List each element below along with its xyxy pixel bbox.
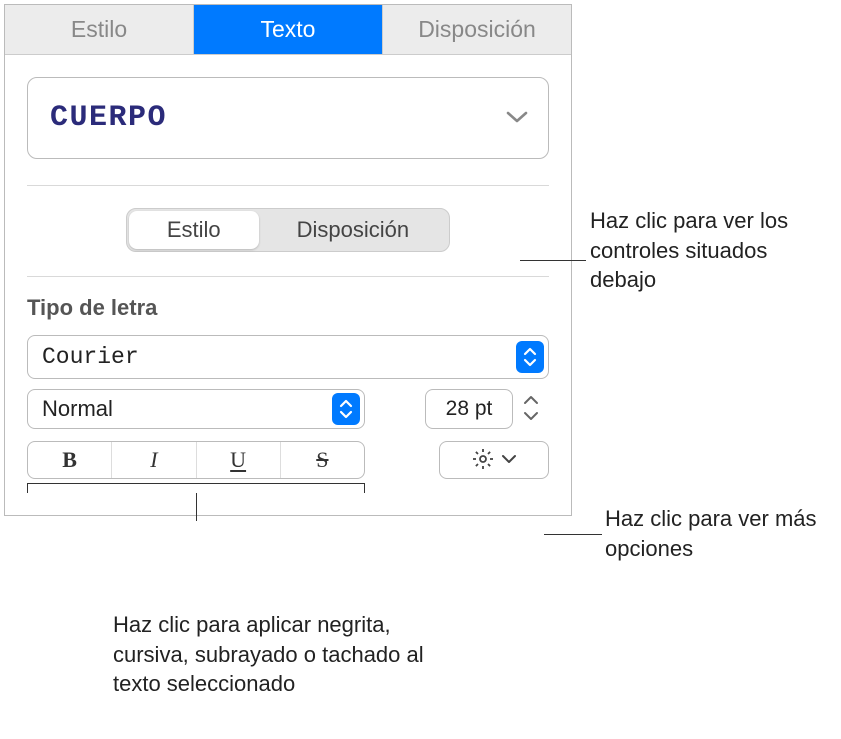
font-name-select[interactable]: Courier — [27, 335, 549, 379]
font-name-label: Courier — [42, 344, 139, 370]
subtab-layout-label: Disposición — [297, 217, 410, 243]
tab-layout-label: Disposición — [418, 16, 536, 43]
tab-text[interactable]: Texto — [194, 5, 383, 54]
underline-button[interactable]: U — [197, 442, 281, 478]
callout-bius: Haz clic para aplicar negrita, cursiva, … — [113, 610, 443, 699]
tab-style[interactable]: Estilo — [5, 5, 194, 54]
bold-button[interactable]: B — [28, 442, 112, 478]
top-tabs: Estilo Texto Disposición — [5, 5, 571, 55]
italic-button[interactable]: I — [112, 442, 196, 478]
paragraph-style-dropdown[interactable]: CUERPO — [27, 77, 549, 159]
font-weight-label: Normal — [42, 396, 113, 422]
stepper-down-icon[interactable] — [522, 409, 540, 425]
font-size-value[interactable]: 28 pt — [425, 389, 513, 429]
gear-icon — [471, 447, 495, 474]
chevron-down-icon — [506, 110, 528, 127]
popup-arrows-icon — [516, 341, 544, 373]
callout-segmented: Haz clic para ver los controles situados… — [590, 206, 820, 295]
callout-bracket — [27, 483, 365, 493]
chevron-down-icon — [501, 452, 517, 468]
tab-text-label: Texto — [261, 16, 316, 43]
font-section-label: Tipo de letra — [27, 295, 549, 321]
strikethrough-button[interactable]: S — [281, 442, 364, 478]
tab-layout[interactable]: Disposición — [383, 5, 571, 54]
subtab-style[interactable]: Estilo — [129, 211, 259, 249]
popup-arrows-icon — [332, 393, 360, 425]
divider — [27, 276, 549, 277]
more-options-button[interactable] — [439, 441, 549, 479]
stepper-up-icon[interactable] — [522, 393, 540, 409]
callout-leader-line — [544, 534, 602, 535]
text-style-group: B I U S — [27, 441, 365, 479]
callout-gear: Haz clic para ver más opciones — [605, 504, 835, 563]
font-size-stepper[interactable]: 28 pt — [425, 389, 543, 429]
callout-leader-line — [520, 260, 586, 261]
subtab-style-label: Estilo — [167, 217, 221, 243]
subtab-layout[interactable]: Disposición — [259, 211, 448, 249]
paragraph-style-label: CUERPO — [50, 101, 167, 135]
divider — [27, 185, 549, 186]
font-weight-select[interactable]: Normal — [27, 389, 365, 429]
format-panel: Estilo Texto Disposición CUERPO Estilo D… — [4, 4, 572, 516]
tab-style-label: Estilo — [71, 16, 127, 43]
subtab-segmented: Estilo Disposición — [126, 208, 450, 252]
